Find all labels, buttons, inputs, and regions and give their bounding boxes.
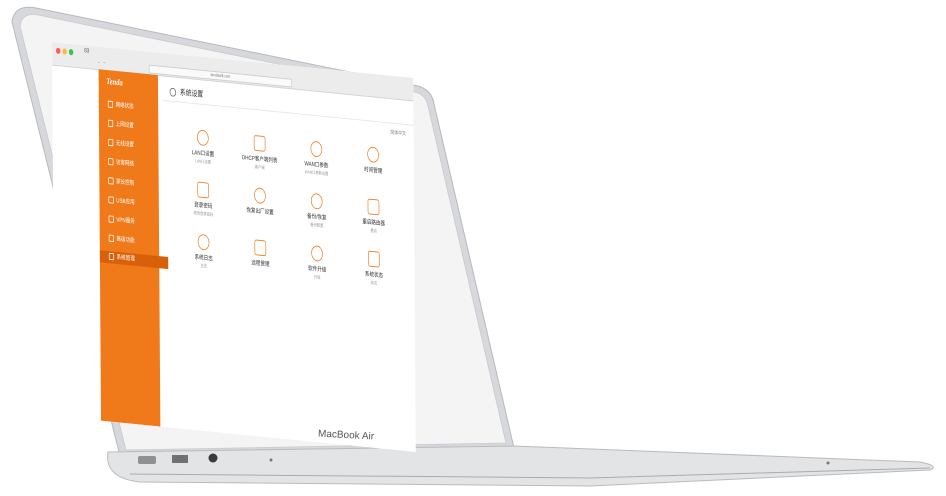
gear-icon [108, 252, 115, 261]
wifi-icon [108, 138, 114, 147]
clock-icon [367, 146, 379, 164]
zoom-window-button[interactable] [68, 48, 74, 56]
tile-name: 远程管理 [251, 260, 270, 268]
browser-window: 83 ← → tendawifi.com Tenda 网络状态 上网设置 无线设… [52, 42, 416, 452]
tile-reboot[interactable]: 重启路由器 重启 [344, 196, 402, 237]
parental-icon [108, 177, 114, 185]
tile-status[interactable]: 系统状态 状态 [345, 248, 403, 289]
sidebar-item-label: 无线设置 [115, 140, 134, 149]
sidebar-item-label: 上网设置 [115, 121, 134, 130]
reboot-icon [367, 198, 380, 216]
sidebar-item-label: USB应用 [116, 197, 135, 206]
sidebar-item-label: 家长控制 [116, 178, 135, 187]
clock-icon [169, 87, 177, 97]
remote-icon [254, 239, 267, 257]
spinner-icon [254, 187, 266, 205]
sidebar-item-guest[interactable]: 访客网络 [108, 157, 134, 168]
network-icon [107, 100, 114, 109]
close-window-button[interactable] [55, 47, 61, 55]
sidebar-item-label: VPN服务 [116, 217, 135, 225]
main-content: 系统设置 简体中文 LAN口设置 LAN口设置 DHCP客户端列表 客户端 WAN口… [163, 76, 416, 452]
upgrade-icon [311, 245, 323, 262]
wan-icon [310, 140, 323, 158]
advanced-icon [108, 234, 114, 243]
sidebar-item-internet[interactable]: 上网设置 [107, 119, 134, 130]
sidebar-item-label: 系统管理 [116, 254, 135, 263]
tile-remote[interactable]: 远程管理 [231, 237, 289, 271]
browser-tab[interactable]: 83 [84, 48, 89, 55]
laptop: 83 ← → tendawifi.com Tenda 网络状态 上网设置 无线设… [0, 0, 946, 496]
tile-upgrade[interactable]: 软件升级 升级 [288, 243, 346, 284]
tile-wan[interactable]: WAN口参数 WAN口参数设置 [287, 138, 345, 179]
sidebar-item-label: 网络状态 [115, 102, 134, 111]
tile-password[interactable]: 登录密码 修改登录密码 [174, 179, 232, 220]
sidebar-item-label: 高级功能 [116, 236, 135, 245]
globe-icon [310, 192, 323, 210]
guest-icon [108, 158, 114, 166]
sidebar-item-network-status[interactable]: 网络状态 [107, 100, 134, 111]
lock-icon [197, 181, 210, 199]
sidebar-item-vpn[interactable]: VPN服务 [108, 215, 135, 226]
lan-icon [196, 129, 209, 147]
tile-dhcp[interactable]: DHCP客户端列表 客户端 [231, 133, 289, 174]
tile-lan[interactable]: LAN口设置 LAN口设置 [174, 127, 232, 168]
page-title: 系统设置 [169, 85, 204, 100]
tile-log[interactable]: 系统日志 日志 [174, 232, 232, 273]
minimize-window-button[interactable] [62, 48, 67, 55]
tile-backup[interactable]: 备份/恢复 备份配置 [288, 191, 346, 232]
globe-icon [107, 119, 114, 128]
language-select[interactable]: 简体中文 [390, 128, 406, 137]
dhcp-icon [253, 135, 266, 152]
sidebar-item-parental[interactable]: 家长控制 [108, 176, 134, 187]
page-title-text: 系统设置 [179, 87, 204, 99]
sidebar-item-usb[interactable]: USB应用 [108, 195, 135, 206]
sidebar: Tenda 网络状态 上网设置 无线设置 访客网络 家长控制 USB应用 VPN… [98, 69, 169, 427]
tile-reset[interactable]: 恢复出厂设置 [231, 185, 289, 219]
tile-name: 时间管理 [364, 166, 383, 175]
tile-time[interactable]: 时间管理 [344, 144, 402, 178]
screen: 83 ← → tendawifi.com Tenda 网络状态 上网设置 无线设… [52, 42, 416, 452]
tile-name: 恢复出厂设置 [246, 207, 274, 217]
sidebar-item-wireless[interactable]: 无线设置 [108, 138, 134, 149]
back-forward-buttons[interactable]: ← → [97, 60, 106, 66]
usb-icon [108, 196, 114, 204]
document-icon [367, 250, 380, 268]
sidebar-item-label: 访客网络 [115, 159, 135, 168]
tenda-logo: Tenda [106, 76, 123, 89]
sidebar-item-system[interactable]: 系统管理 [99, 250, 169, 270]
vpn-icon [108, 215, 114, 224]
sidebar-item-advanced[interactable]: 高级功能 [108, 234, 135, 245]
divider [163, 99, 414, 126]
pulse-icon [197, 233, 210, 251]
